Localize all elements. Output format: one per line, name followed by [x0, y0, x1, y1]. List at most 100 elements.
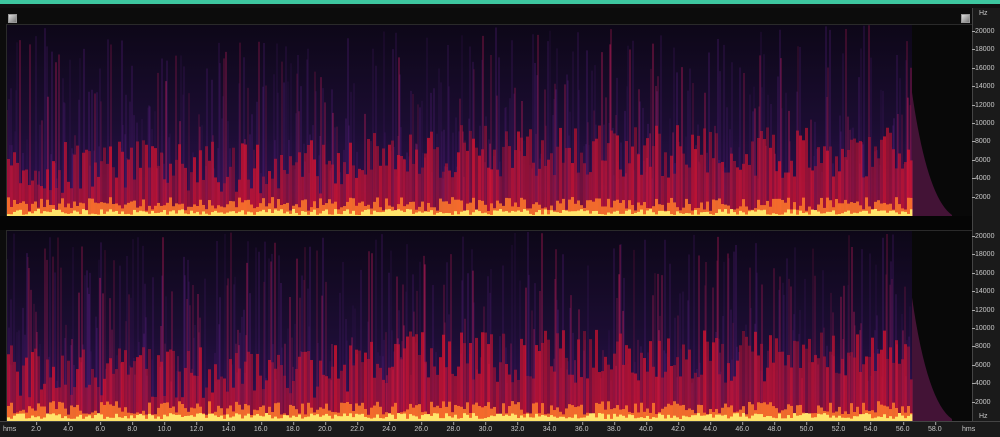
energy-band — [391, 140, 394, 217]
energy-band-peak — [820, 414, 823, 421]
overview-strip[interactable] — [0, 4, 1000, 8]
frequency-tick-label: 10000 — [971, 120, 995, 127]
energy-band — [130, 367, 133, 421]
energy-band-peak — [22, 413, 25, 421]
energy-band — [793, 340, 796, 421]
energy-band — [682, 153, 685, 217]
energy-band — [289, 156, 292, 217]
energy-band — [676, 125, 679, 217]
energy-band — [646, 138, 649, 217]
frequency-tick-label: 12000 — [971, 101, 995, 109]
energy-band-peak — [526, 413, 529, 421]
frequency-tick-label: 14000 — [971, 83, 995, 91]
energy-band — [853, 357, 856, 421]
energy-band — [493, 149, 496, 217]
time-tick-label: 38.0 — [606, 422, 621, 433]
energy-band — [868, 137, 871, 217]
energy-band-peak — [265, 413, 268, 421]
time-tick-label: 22.0 — [350, 422, 364, 433]
energy-band-peak — [436, 413, 439, 421]
energy-band — [712, 342, 715, 421]
energy-band — [592, 367, 595, 421]
frequency-tick-label: 10000 — [971, 325, 995, 332]
energy-band — [298, 152, 301, 217]
zoom-handle-left-icon[interactable] — [8, 14, 17, 23]
energy-band — [490, 334, 493, 421]
energy-band-strong — [208, 200, 211, 217]
frequency-tick-label: 16000 — [971, 269, 995, 277]
energy-band — [121, 151, 124, 217]
energy-band-strong — [781, 199, 784, 217]
energy-band-peak — [97, 413, 100, 421]
energy-band — [886, 127, 889, 217]
zoom-handle-right-icon[interactable] — [961, 14, 970, 23]
frequency-tick-label: 4000 — [972, 175, 991, 183]
energy-band-peak — [256, 414, 259, 421]
energy-band-peak — [883, 414, 886, 421]
energy-band — [484, 125, 487, 217]
energy-band — [715, 337, 718, 421]
energy-band — [250, 353, 253, 421]
energy-band-strong — [892, 402, 895, 421]
energy-band — [541, 140, 544, 217]
frequency-unit-top: Hz — [979, 10, 988, 17]
energy-band-peak — [859, 414, 862, 421]
energy-band — [796, 130, 799, 217]
energy-band — [142, 347, 145, 421]
energy-band-peak — [172, 414, 175, 421]
frequency-tick-label: 2000 — [972, 398, 991, 406]
energy-band-peak — [325, 413, 328, 421]
energy-band — [547, 159, 550, 217]
energy-band-peak — [601, 413, 604, 421]
energy-band-strong — [88, 198, 91, 217]
time-tick-label: 26.0 — [414, 422, 428, 433]
energy-band-strong — [712, 199, 715, 217]
energy-band-peak — [226, 414, 229, 421]
energy-band — [430, 131, 433, 217]
energy-band-peak — [169, 413, 172, 421]
energy-band — [145, 368, 148, 421]
time-tick-label: 24.0 — [382, 422, 396, 433]
frequency-tick-label: 2000 — [972, 193, 991, 201]
energy-band — [898, 363, 901, 421]
energy-band-peak — [343, 413, 346, 421]
energy-band-peak — [403, 413, 406, 421]
energy-band — [13, 361, 16, 421]
energy-band — [694, 149, 697, 217]
energy-band — [394, 169, 397, 217]
energy-band — [406, 336, 409, 421]
energy-band — [310, 140, 313, 217]
energy-band — [847, 352, 850, 421]
energy-band — [808, 338, 811, 421]
time-tick-label: 48.0 — [767, 422, 782, 433]
energy-band — [223, 378, 226, 421]
spectrogram-channel-2[interactable] — [6, 230, 973, 422]
energy-band-peak — [52, 413, 55, 421]
frequency-tick-label: 18000 — [971, 251, 995, 259]
energy-band — [619, 333, 622, 421]
energy-band-peak — [793, 413, 796, 421]
time-tick-label: 20.0 — [318, 422, 332, 433]
energy-band — [307, 144, 310, 217]
time-tick-label: 36.0 — [574, 422, 589, 433]
energy-band-peak — [409, 414, 412, 421]
energy-band — [505, 364, 508, 421]
time-tick-label: 58.0 — [927, 422, 942, 433]
time-ruler[interactable]: hms hms 2.0 4.0 6.0 8.0 10.0 12.0 14.0 16.0 18.0… — [0, 421, 1000, 437]
energy-band-peak — [496, 413, 499, 421]
frequency-ruler[interactable]: Hz Hz 20000 18000 16000 14000 12000 10000 8000… — [971, 8, 1000, 425]
energy-band — [334, 345, 337, 421]
energy-band — [67, 360, 70, 421]
energy-band-peak — [397, 413, 400, 421]
energy-band — [562, 330, 565, 421]
spectrogram-channel-1[interactable] — [6, 24, 973, 218]
energy-band-peak — [199, 413, 202, 421]
energy-band-strong — [10, 402, 13, 421]
energy-band — [691, 134, 694, 217]
energy-band-strong — [850, 403, 853, 421]
time-tick-label: 42.0 — [671, 422, 685, 433]
energy-band — [559, 348, 562, 421]
energy-band — [751, 141, 754, 217]
energy-band — [85, 149, 88, 217]
energy-band-strong — [328, 199, 331, 217]
